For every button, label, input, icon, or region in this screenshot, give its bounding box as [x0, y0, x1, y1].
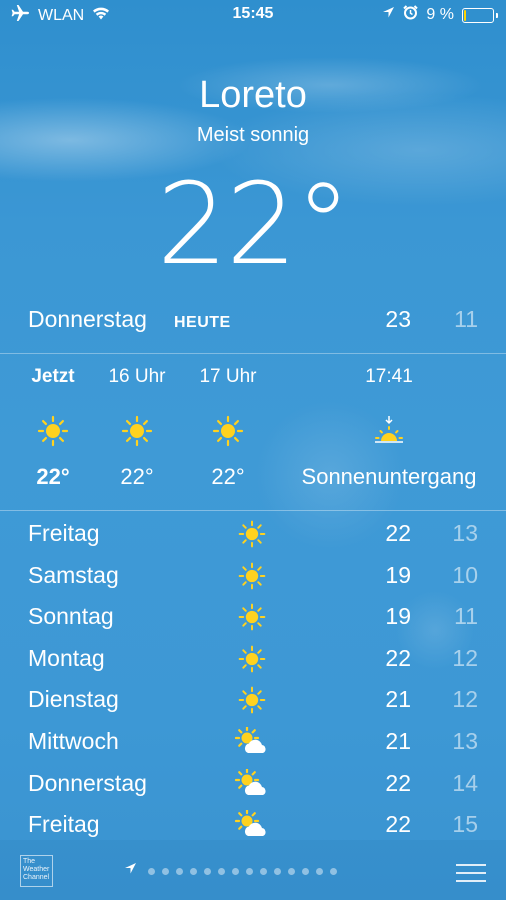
- page-dot[interactable]: [162, 867, 169, 875]
- page-dot[interactable]: [288, 867, 295, 875]
- page-dot[interactable]: [316, 867, 323, 875]
- page-dot[interactable]: [274, 867, 281, 875]
- sun-icon: [102, 414, 172, 454]
- battery-percent: 9 %: [426, 6, 454, 23]
- day-name: Freitag: [28, 520, 100, 546]
- day-high: 21: [385, 727, 411, 754]
- list-icon[interactable]: [456, 858, 486, 888]
- hour-temperature: 22°: [120, 464, 154, 489]
- page-dot[interactable]: [204, 867, 211, 875]
- day-name: Mittwoch: [28, 727, 119, 754]
- page-dot[interactable]: [232, 867, 239, 875]
- sun-icon: [18, 414, 88, 454]
- day-low: 12: [452, 686, 478, 713]
- day-high: 19: [385, 603, 411, 630]
- sun-icon: [235, 685, 269, 715]
- hour-label: 16 Uhr: [108, 366, 166, 387]
- battery-icon: [462, 7, 498, 23]
- hour-label: 17 Uhr: [199, 366, 257, 387]
- page-indicator[interactable]: [124, 862, 337, 880]
- day-name: Donnerstag: [28, 769, 147, 796]
- day-low: 11: [454, 603, 478, 630]
- daily-row: Mittwoch 21 13: [28, 722, 478, 764]
- day-name: Samstag: [28, 561, 119, 588]
- daily-row: Donnerstag 22 14: [28, 764, 478, 806]
- day-low: 12: [452, 644, 478, 671]
- daily-row: Montag 22 12: [28, 639, 478, 681]
- hour-label: Jetzt: [31, 366, 75, 387]
- divider: [0, 510, 506, 511]
- hourly-item: 17:41 Sonnenuntergang: [286, 366, 492, 490]
- daily-row: Sonntag 19 11: [28, 597, 478, 639]
- today-day: Donnerstag: [28, 306, 147, 332]
- hour-temperature: 22°: [36, 464, 70, 489]
- daily-forecast[interactable]: Freitag 22 13 Samstag 19 10 Sonntag 19 1…: [28, 514, 478, 847]
- today-row: Donnerstag HEUTE 23 11: [28, 306, 478, 342]
- day-low: 13: [452, 727, 478, 754]
- daily-row: Freitag 22 13: [28, 514, 478, 556]
- day-high: 22: [385, 644, 411, 671]
- weather-channel-logo[interactable]: The Weather Channel: [20, 855, 53, 887]
- day-name: Sonntag: [28, 603, 114, 630]
- location-arrow-icon: [382, 6, 395, 24]
- page-dot[interactable]: [260, 867, 267, 875]
- status-bar: WLAN 15:45 9 %: [0, 0, 506, 30]
- today-high: 23: [385, 306, 411, 332]
- day-low: 14: [452, 769, 478, 796]
- partly-cloudy-icon: [235, 768, 269, 799]
- day-high: 22: [385, 769, 411, 796]
- day-low: 13: [452, 520, 478, 546]
- page-dot[interactable]: [246, 867, 253, 875]
- location-arrow-icon: [124, 862, 137, 880]
- hour-temperature: 22°: [211, 464, 245, 489]
- battery-fill: [464, 9, 466, 21]
- day-high: 22: [385, 520, 411, 546]
- page-dot[interactable]: [330, 867, 337, 875]
- hourly-item: Jetzt 22°: [18, 366, 88, 490]
- alarm-icon: [403, 5, 419, 25]
- current-condition: Meist sonnig: [196, 124, 310, 146]
- daily-row: Dienstag 21 12: [28, 680, 478, 722]
- sun-icon: [235, 561, 269, 591]
- day-high: 22: [385, 811, 411, 838]
- day-low: 10: [452, 561, 478, 588]
- page-dot[interactable]: [302, 867, 309, 875]
- hourly-item: 16 Uhr 22°: [102, 366, 172, 490]
- city-name: Loreto: [199, 74, 307, 116]
- hourly-item: 17 Uhr 22°: [193, 366, 263, 490]
- hour-temperature: Sonnenuntergang: [301, 464, 477, 489]
- day-low: 15: [452, 811, 478, 838]
- day-name: Montag: [28, 644, 105, 671]
- sunset-icon: [286, 414, 492, 454]
- today-badge: HEUTE: [174, 314, 231, 331]
- hour-label: 17:41: [365, 366, 413, 387]
- sun-icon: [235, 644, 269, 674]
- page-dot[interactable]: [148, 867, 155, 875]
- day-high: 19: [385, 561, 411, 588]
- sun-icon: [193, 414, 263, 454]
- day-name: Dienstag: [28, 686, 119, 713]
- daily-row: Samstag 19 10: [28, 556, 478, 598]
- page-dot[interactable]: [190, 867, 197, 875]
- today-low: 11: [454, 306, 478, 332]
- current-temperature: 22°: [156, 160, 352, 290]
- partly-cloudy-icon: [235, 810, 269, 840]
- page-dot[interactable]: [218, 867, 225, 875]
- sun-icon: [235, 519, 269, 549]
- day-high: 21: [385, 686, 411, 713]
- partly-cloudy-icon: [235, 726, 269, 757]
- day-name: Freitag: [28, 811, 100, 838]
- divider: [0, 353, 506, 354]
- page-dot[interactable]: [176, 867, 183, 875]
- sun-icon: [235, 602, 269, 632]
